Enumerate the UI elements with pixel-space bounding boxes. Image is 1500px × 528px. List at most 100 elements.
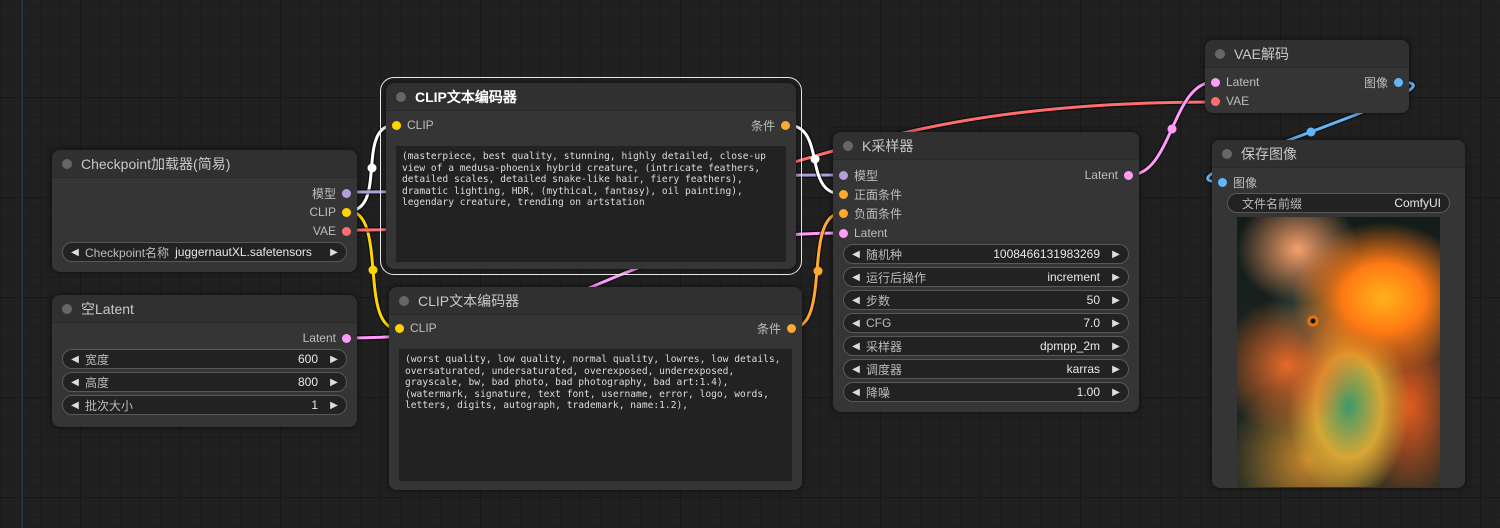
link-latent-to-decode[interactable]	[1128, 80, 1216, 177]
collapse-dot-icon[interactable]	[1215, 48, 1225, 59]
widget-filename-prefix[interactable]: 文件名前缀 ComfyUI	[1227, 193, 1450, 213]
slot-dot-icon[interactable]	[781, 120, 790, 130]
input-slot-negative[interactable]: 负面条件	[839, 204, 902, 222]
input-slot-latent[interactable]: Latent	[839, 224, 887, 242]
widget-scheduler[interactable]: ◀ 调度器 karras ▶	[843, 359, 1129, 379]
slot-dot-icon[interactable]	[839, 228, 848, 238]
node-empty-latent[interactable]: 空Latent Latent ◀ 宽度 600 ▶ ◀ 高度 800 ▶ ◀ 批…	[52, 295, 357, 427]
decrement-arrow-icon[interactable]: ◀	[67, 354, 83, 365]
decrement-arrow-icon[interactable]: ◀	[67, 247, 83, 258]
node-title-bar[interactable]: 保存图像	[1212, 140, 1465, 168]
widget-value[interactable]: 1	[133, 398, 326, 412]
widget-value[interactable]: 1008466131983269	[902, 247, 1108, 261]
node-title-bar[interactable]: CLIP文本编码器	[389, 287, 802, 315]
slot-dot-icon[interactable]	[1211, 96, 1220, 106]
widget-value[interactable]: ComfyUI	[1302, 196, 1449, 210]
widget-value[interactable]: karras	[902, 362, 1108, 376]
slot-dot-icon[interactable]	[1218, 177, 1227, 187]
decrement-arrow-icon[interactable]: ◀	[848, 249, 864, 260]
widget-value[interactable]: increment	[926, 270, 1108, 284]
slot-dot-icon[interactable]	[1211, 77, 1220, 87]
increment-arrow-icon[interactable]: ▶	[1108, 318, 1124, 329]
node-clip-text-encode-negative[interactable]: CLIP文本编码器 CLIP 条件 (worst quality, low qu…	[389, 287, 802, 490]
slot-dot-icon[interactable]	[787, 323, 796, 333]
slot-dot-icon[interactable]	[1394, 77, 1403, 87]
link-negative-to-ksampler-center-handle[interactable]	[813, 266, 823, 276]
prompt-textarea[interactable]: (masterpiece, best quality, stunning, hi…	[396, 146, 786, 262]
widget-denoise[interactable]: ◀ 降噪 1.00 ▶	[843, 382, 1129, 402]
slot-dot-icon[interactable]	[839, 208, 848, 218]
input-slot-model[interactable]: 模型	[839, 166, 878, 184]
slot-dot-icon[interactable]	[342, 226, 351, 236]
decrement-arrow-icon[interactable]: ◀	[848, 318, 864, 329]
node-vae-decode[interactable]: VAE解码 Latent VAE 图像	[1205, 40, 1409, 113]
node-title-bar[interactable]: CLIP文本编码器	[386, 83, 796, 111]
node-save-image[interactable]: 保存图像 图像 文件名前缀 ComfyUI	[1212, 140, 1465, 488]
link-positive-to-ksampler-center-handle[interactable]	[810, 154, 820, 164]
widget-value[interactable]: 50	[890, 293, 1108, 307]
widget-steps[interactable]: ◀ 步数 50 ▶	[843, 290, 1129, 310]
decrement-arrow-icon[interactable]: ◀	[848, 364, 864, 375]
slot-dot-icon[interactable]	[839, 189, 848, 199]
node-title-bar[interactable]: VAE解码	[1205, 40, 1409, 68]
node-ksampler[interactable]: K采样器 模型 正面条件 负面条件 Latent Latent ◀ 随机种 10…	[833, 132, 1139, 412]
widget-cfg[interactable]: ◀ CFG 7.0 ▶	[843, 313, 1129, 333]
link-clip-to-positive-center-handle[interactable]	[367, 163, 377, 173]
output-slot-latent[interactable]: Latent	[303, 329, 351, 347]
input-slot-positive[interactable]: 正面条件	[839, 185, 902, 203]
node-title-bar[interactable]: Checkpoint加载器(简易)	[52, 150, 357, 178]
output-slot-latent[interactable]: Latent	[1085, 166, 1133, 184]
output-slot-conditioning[interactable]: 条件	[757, 319, 796, 337]
link-clip-to-negative-center-handle[interactable]	[368, 265, 378, 275]
widget-value[interactable]: juggernautXL.safetensors	[169, 245, 326, 259]
decrement-arrow-icon[interactable]: ◀	[848, 341, 864, 352]
increment-arrow-icon[interactable]: ▶	[326, 354, 342, 365]
slot-dot-icon[interactable]	[1124, 170, 1133, 180]
collapse-dot-icon[interactable]	[1222, 148, 1232, 159]
widget-value[interactable]: 7.0	[891, 316, 1108, 330]
image-preview[interactable]	[1237, 217, 1440, 487]
increment-arrow-icon[interactable]: ▶	[1108, 295, 1124, 306]
decrement-arrow-icon[interactable]: ◀	[67, 400, 83, 411]
widget-value[interactable]: 600	[109, 352, 326, 366]
collapse-dot-icon[interactable]	[62, 303, 72, 314]
link-image-to-save-center-handle[interactable]	[1306, 127, 1316, 137]
decrement-arrow-icon[interactable]: ◀	[848, 272, 864, 283]
link-latent-to-decode-center-handle[interactable]	[1167, 124, 1177, 134]
output-slot-vae[interactable]: VAE	[313, 222, 351, 240]
slot-dot-icon[interactable]	[839, 170, 848, 180]
increment-arrow-icon[interactable]: ▶	[1108, 249, 1124, 260]
slot-dot-icon[interactable]	[342, 207, 351, 217]
decrement-arrow-icon[interactable]: ◀	[848, 387, 864, 398]
slot-dot-icon[interactable]	[342, 188, 351, 198]
negative-prompt-textarea[interactable]: (worst quality, low quality, normal qual…	[399, 349, 792, 481]
increment-arrow-icon[interactable]: ▶	[326, 247, 342, 258]
output-slot-conditioning[interactable]: 条件	[751, 116, 790, 134]
decrement-arrow-icon[interactable]: ◀	[848, 295, 864, 306]
widget-value[interactable]: dpmpp_2m	[902, 339, 1108, 353]
node-title-bar[interactable]: K采样器	[833, 132, 1139, 160]
collapse-dot-icon[interactable]	[62, 158, 72, 169]
widget-checkpoint-name[interactable]: ◀ Checkpoint名称 juggernautXL.safetensors …	[62, 242, 347, 262]
increment-arrow-icon[interactable]: ▶	[1108, 272, 1124, 283]
widget-height[interactable]: ◀ 高度 800 ▶	[62, 372, 347, 392]
output-slot-model[interactable]: 模型	[312, 184, 351, 202]
widget-width[interactable]: ◀ 宽度 600 ▶	[62, 349, 347, 369]
widget-control-after-generate[interactable]: ◀ 运行后操作 increment ▶	[843, 267, 1129, 287]
input-slot-image[interactable]: 图像	[1218, 173, 1257, 191]
input-slot-clip[interactable]: CLIP	[392, 116, 434, 134]
increment-arrow-icon[interactable]: ▶	[1108, 341, 1124, 352]
slot-dot-icon[interactable]	[342, 333, 351, 343]
node-clip-text-encode-positive[interactable]: CLIP文本编码器 CLIP 条件 (masterpiece, best qua…	[380, 77, 802, 275]
widget-sampler[interactable]: ◀ 采样器 dpmpp_2m ▶	[843, 336, 1129, 356]
increment-arrow-icon[interactable]: ▶	[326, 400, 342, 411]
slot-dot-icon[interactable]	[392, 120, 401, 130]
widget-batch-size[interactable]: ◀ 批次大小 1 ▶	[62, 395, 347, 415]
widget-value[interactable]: 1.00	[890, 385, 1108, 399]
collapse-dot-icon[interactable]	[843, 140, 853, 151]
output-slot-image[interactable]: 图像	[1364, 73, 1403, 91]
input-slot-clip[interactable]: CLIP	[395, 319, 437, 337]
input-slot-latent[interactable]: Latent	[1211, 73, 1259, 91]
decrement-arrow-icon[interactable]: ◀	[67, 377, 83, 388]
node-checkpoint-loader[interactable]: Checkpoint加载器(简易) 模型 CLIP VAE ◀ Checkpoi…	[52, 150, 357, 272]
